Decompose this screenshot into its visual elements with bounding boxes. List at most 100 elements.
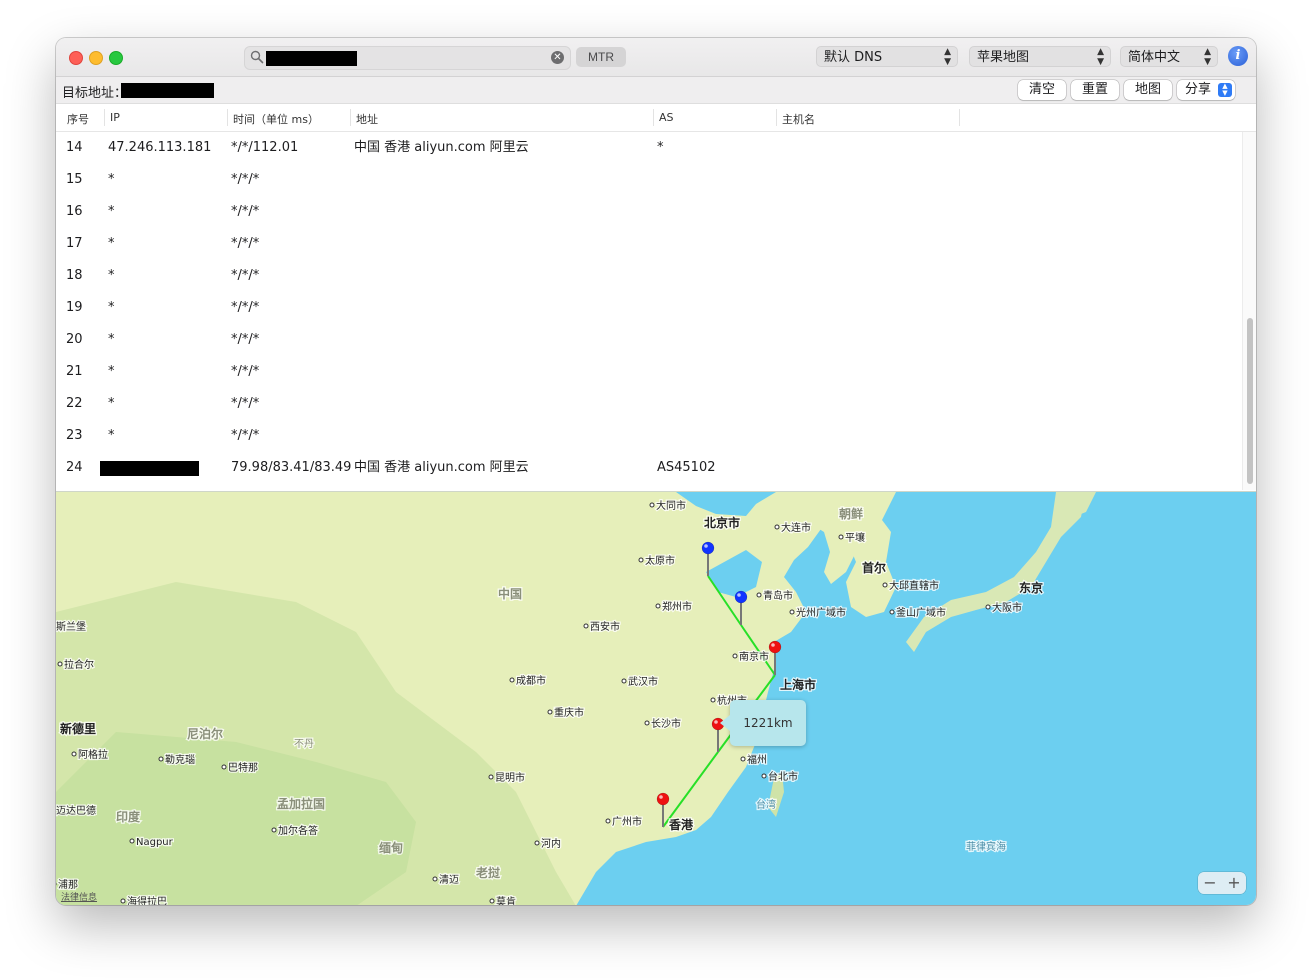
table-row[interactable]: 18 * */*/* [56, 260, 1244, 292]
app-window: ✕ MTR 默认 DNS ▲ ▼ 苹果地图 ▲ ▼ 简体中文 ▲ ▼ i 目标地址： … [56, 38, 1256, 905]
zoom-in-button[interactable]: + [1222, 872, 1246, 894]
cell-ip: * [108, 236, 115, 251]
legal-info-link[interactable]: 法律信息 [61, 890, 97, 903]
language-value: 简体中文 [1128, 50, 1181, 65]
table-row[interactable]: 20 * */*/* [56, 324, 1244, 356]
city-dot [740, 756, 746, 762]
table-row[interactable]: 17 * */*/* [56, 228, 1244, 260]
chevron-updown-icon: ▲ ▼ [944, 47, 951, 67]
map-label: 香港 [668, 817, 694, 832]
cell-seq: 21 [66, 364, 83, 379]
map-label: 尼泊尔 [187, 726, 223, 741]
cell-seq: 14 [66, 140, 83, 155]
map-label: 孟加拉国 [277, 796, 325, 811]
minimize-window-button[interactable] [89, 51, 103, 65]
map-label: 拉合尔 [64, 658, 94, 671]
reset-button[interactable]: 重置 [1071, 80, 1119, 100]
map-label: 台北市 [768, 770, 798, 783]
redacted-ip [100, 461, 199, 476]
table-scrollbar[interactable] [1242, 132, 1256, 490]
clear-search-icon[interactable]: ✕ [551, 51, 564, 64]
route-map[interactable]: 大同市 北京市 大连市 朝鲜 平壤 太原市 首尔 中国 青岛市 大邱直辖市 东京 郑州市 光州广域市 釜山… [56, 491, 1256, 905]
cell-ip: * [108, 172, 115, 187]
city-dot [488, 774, 494, 780]
city-dot [644, 720, 650, 726]
table-row[interactable]: 16 * */*/* [56, 196, 1244, 228]
info-icon[interactable]: i [1228, 46, 1248, 66]
map-label: 平壤 [845, 531, 865, 544]
map-label: 朝鲜 [839, 506, 863, 521]
maximize-window-button[interactable] [109, 51, 123, 65]
zoom-out-button[interactable]: − [1198, 872, 1222, 894]
map-button[interactable]: 地图 [1124, 80, 1172, 100]
table-row[interactable]: 22 * */*/* [56, 388, 1244, 420]
city-dot [761, 773, 767, 779]
cell-ip: * [108, 268, 115, 283]
city-dot [838, 534, 844, 540]
column-header-address[interactable]: 地址 [356, 111, 378, 127]
cell-ip: 47.246.113.181 [108, 140, 212, 155]
cell-ip: * [108, 332, 115, 347]
language-select[interactable]: 简体中文 ▲ ▼ [1120, 46, 1218, 67]
column-header-as[interactable]: AS [659, 111, 674, 124]
cell-ip: * [108, 204, 115, 219]
cell-ip: * [108, 396, 115, 411]
share-button[interactable]: 分享 ▲ ▼ [1177, 80, 1235, 100]
table-row[interactable]: 15 * */*/* [56, 164, 1244, 196]
close-window-button[interactable] [69, 51, 83, 65]
map-label: 东京 [1019, 580, 1043, 595]
clear-button[interactable]: 清空 [1018, 80, 1066, 100]
table-row[interactable]: 23 * */*/* [56, 420, 1244, 452]
cell-seq: 22 [66, 396, 83, 411]
column-divider [959, 109, 960, 126]
city-dot [534, 840, 540, 846]
table-row[interactable]: 24 79.98/83.41/83.49 中国 香港 aliyun.com 阿里云 A… [56, 452, 1244, 484]
map-label: 印度 [116, 809, 141, 824]
column-header-hostname[interactable]: 主机名 [782, 111, 815, 127]
city-dot [432, 876, 438, 882]
cell-seq: 15 [66, 172, 83, 187]
chevron-updown-icon: ▲ ▼ [1097, 47, 1104, 67]
map-label: 大阪市 [992, 601, 1022, 614]
column-header-ip[interactable]: IP [110, 111, 120, 124]
cell-seq: 19 [66, 300, 83, 315]
city-dot [649, 502, 655, 508]
column-divider [776, 109, 777, 126]
map-provider-select[interactable]: 苹果地图 ▲ ▼ [969, 46, 1111, 67]
cell-ip: * [108, 300, 115, 315]
dns-select-value: 默认 DNS [824, 50, 883, 65]
cell-as: * [657, 140, 664, 155]
dns-select[interactable]: 默认 DNS ▲ ▼ [816, 46, 958, 67]
cell-seq: 24 [66, 460, 83, 475]
chevron-updown-icon: ▲ ▼ [1204, 47, 1211, 67]
map-label: 昆明市 [495, 771, 525, 784]
column-header-seq[interactable]: 序号 [67, 111, 89, 127]
scrollbar-thumb[interactable] [1247, 318, 1253, 484]
cell-time: */*/* [231, 236, 260, 251]
map-label: 加尔各答 [278, 824, 318, 837]
table-row[interactable]: 14 47.246.113.181 */*/112.01 中国 香港 aliyun.c… [56, 132, 1244, 164]
map-label: 清迈 [439, 873, 459, 886]
map-canvas[interactable]: 大同市北京市 大连市 朝鲜平壤太原市 首尔中国 青岛市 大邱直辖市 东京郑州市 光州广域市 釜山… [56, 492, 1256, 905]
table-row[interactable]: 19 * */*/* [56, 292, 1244, 324]
column-divider [104, 109, 105, 126]
map-label: Nagpur [136, 837, 174, 848]
map-label: 老挝 [476, 865, 501, 880]
map-label: 巴特那 [228, 762, 258, 774]
map-label: 北京市 [704, 515, 740, 530]
target-search-input[interactable]: ✕ [244, 46, 571, 70]
city-dot [732, 653, 738, 659]
cell-seq: 16 [66, 204, 83, 219]
city-dot [509, 677, 515, 683]
cell-address: 中国 香港 aliyun.com 阿里云 [354, 460, 529, 475]
column-header-time[interactable]: 时间（单位 ms） [233, 111, 319, 127]
zoom-control: − + [1198, 872, 1246, 894]
map-label: 重庆市 [554, 706, 584, 719]
titlebar: ✕ MTR 默认 DNS ▲ ▼ 苹果地图 ▲ ▼ 简体中文 ▲ ▼ i [56, 38, 1256, 77]
cell-seq: 17 [66, 236, 83, 251]
table-row[interactable]: 21 * */*/* [56, 356, 1244, 388]
map-label: 成都市 [516, 674, 546, 687]
cell-time: */*/* [231, 396, 260, 411]
mtr-button[interactable]: MTR [576, 47, 626, 67]
search-icon [250, 50, 264, 64]
